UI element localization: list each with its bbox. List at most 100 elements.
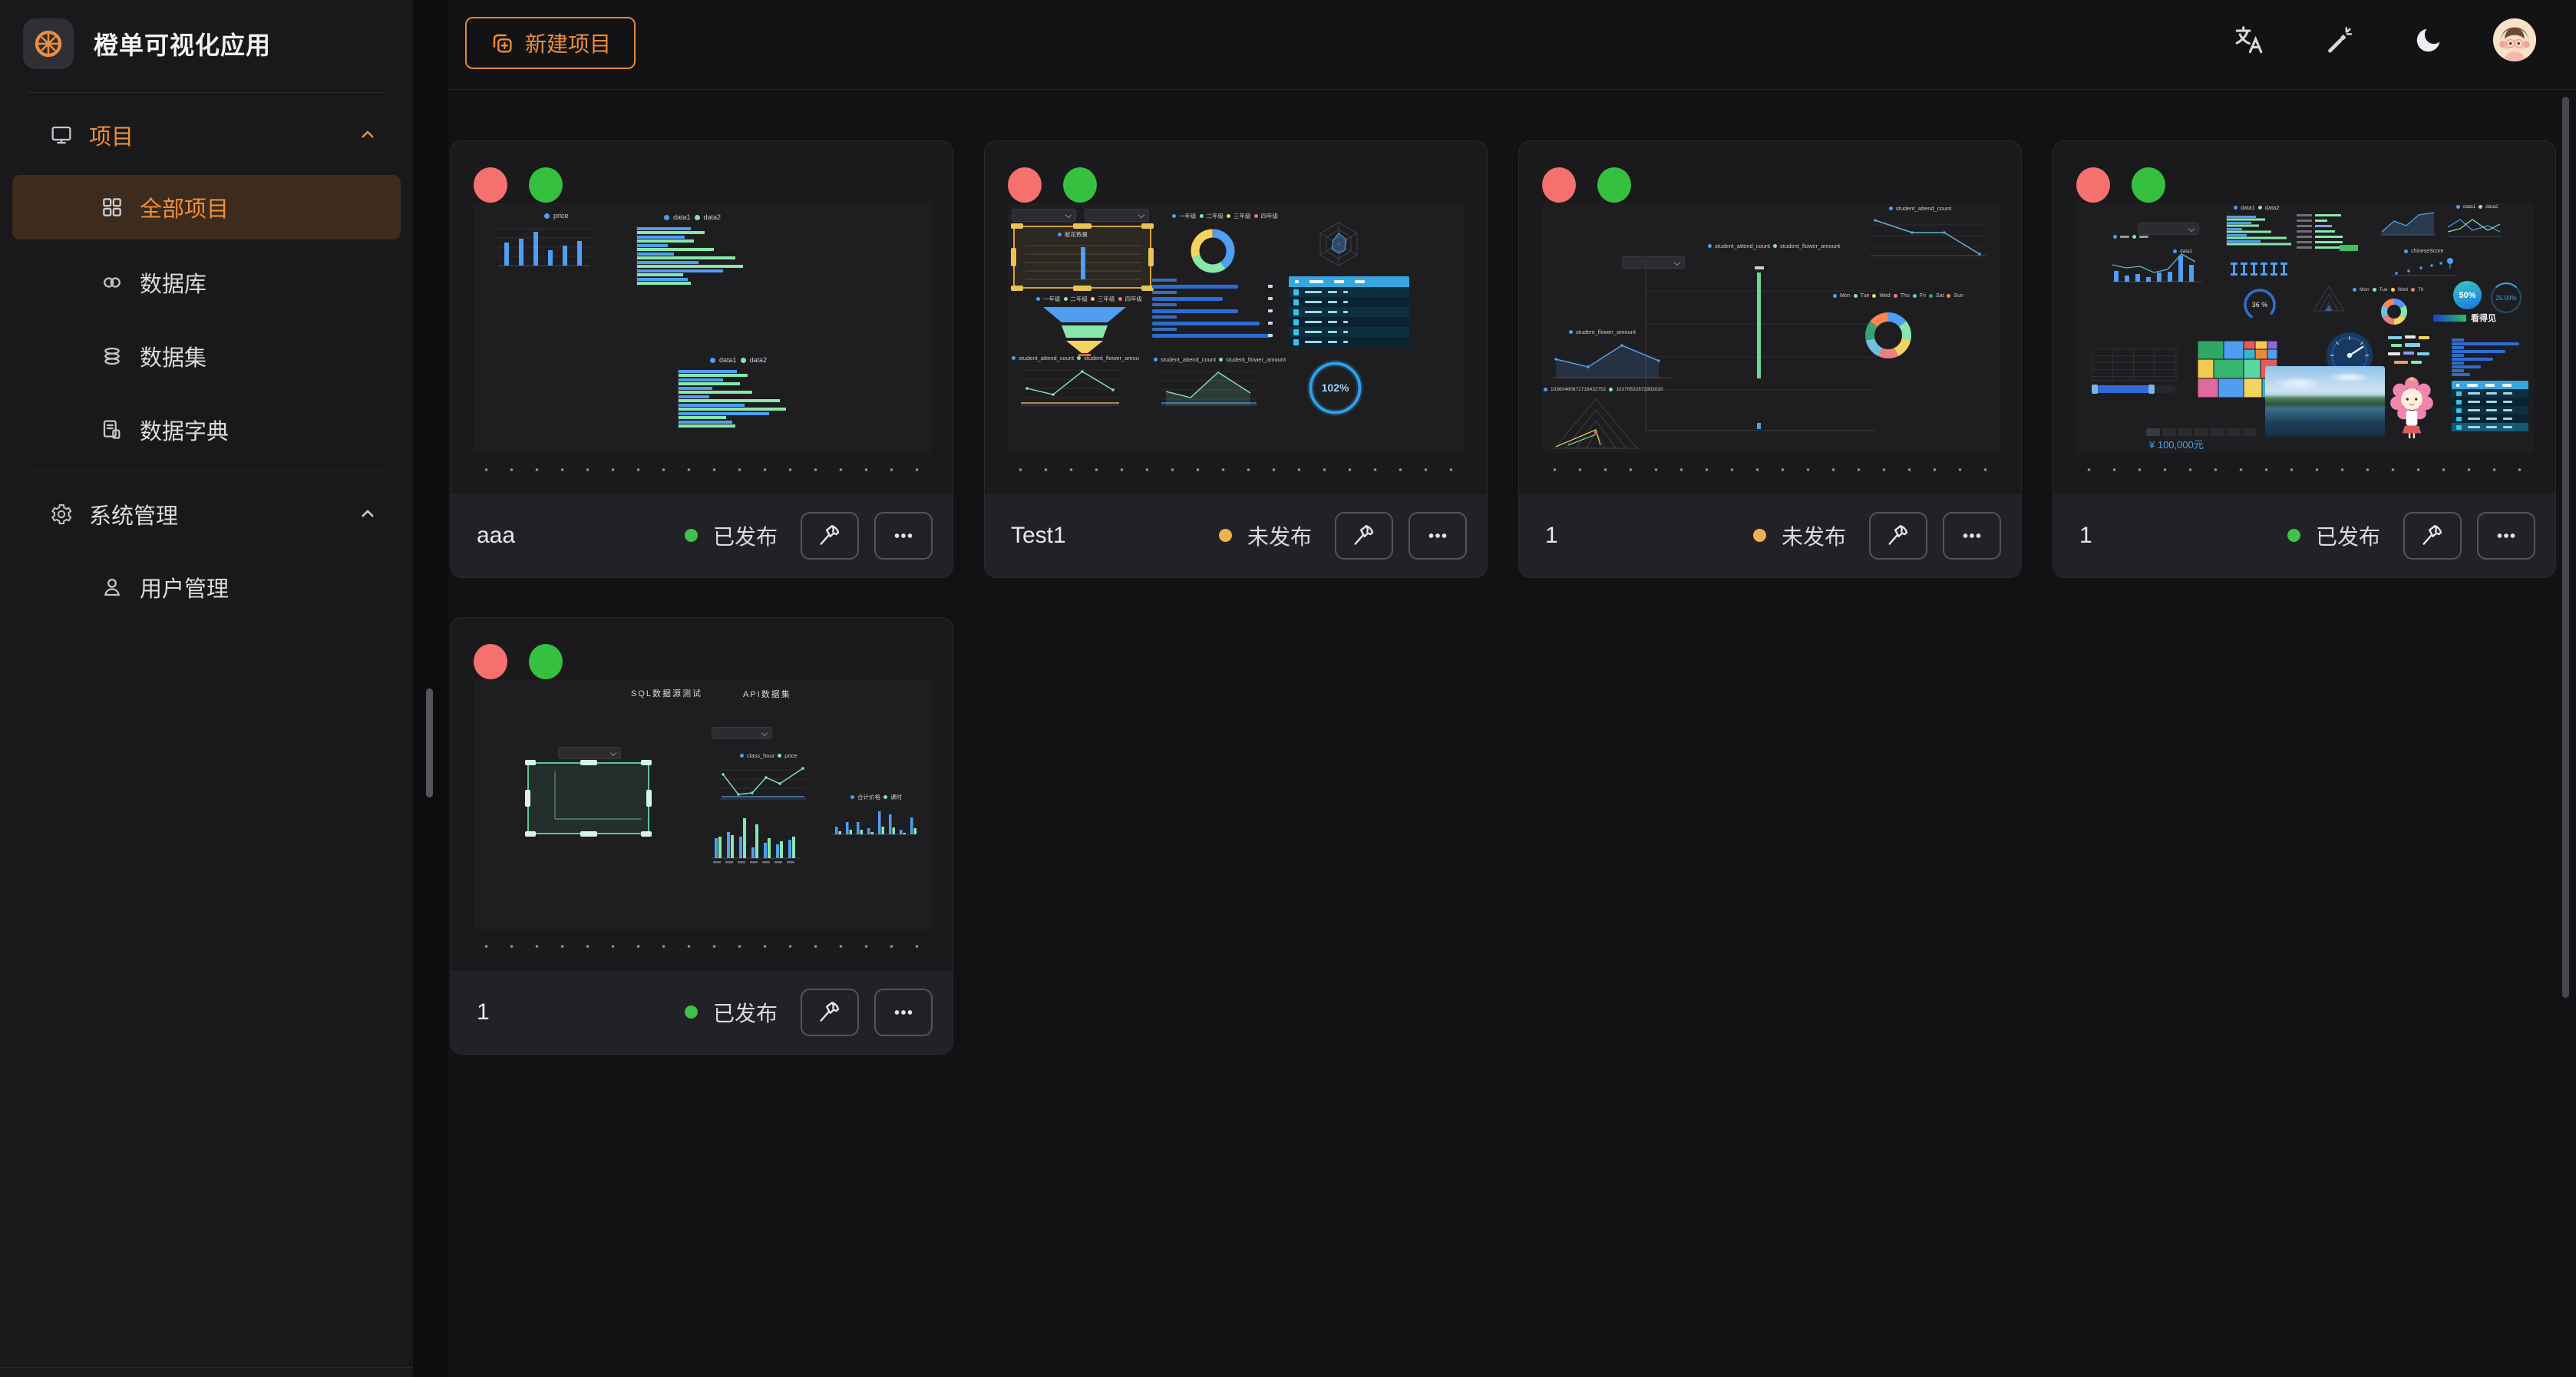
project-thumbnail: price data1 data2 data1 data2 [474, 203, 931, 453]
mini-mascot [2387, 373, 2436, 441]
edit-project-button[interactable] [801, 512, 859, 560]
project-card[interactable]: data1 data1 data2 data1 data2 [2053, 140, 2556, 578]
hammer-icon [2419, 523, 2446, 549]
card-red-dot [1542, 167, 1576, 203]
sidebar-item-dataset[interactable]: 数据集 [12, 324, 401, 388]
card-green-dot [529, 167, 563, 203]
status-label: 已发布 [2316, 520, 2380, 551]
mini-line-chart [1544, 339, 1676, 384]
status-label: 未发布 [1782, 520, 1846, 551]
hammer-icon [817, 523, 843, 549]
card-footer: 1 未发布 [1519, 493, 2021, 577]
project-card[interactable]: SQL数据源测试 API数据集 class_hour price [450, 617, 953, 1055]
more-actions-button[interactable] [1943, 512, 2001, 560]
project-card[interactable]: price data1 data2 data1 data2 aaa 已发布 [450, 140, 953, 578]
mini-legend: student_flower_amount [1569, 329, 1636, 335]
mini-dropdown [1012, 209, 1076, 222]
sidebar-item-database[interactable]: 数据库 [12, 250, 401, 315]
ellipsis-icon [1959, 523, 1985, 549]
user-avatar[interactable] [2493, 18, 2536, 61]
main-scrollbar-thumb[interactable] [2562, 97, 2569, 998]
gutter-scrollbar-thumb[interactable] [426, 688, 433, 797]
dotted-separator [1542, 467, 1998, 473]
mini-bar-chart [1019, 241, 1147, 286]
mini-data-grid [2092, 348, 2178, 381]
dotted-separator [2076, 467, 2532, 473]
mini-legend: 一年级 二年级 三年级 四年级 [1036, 295, 1142, 303]
mini-line-chart [1012, 364, 1124, 411]
sidebar-item-label: 全部项目 [140, 191, 229, 223]
sidebar-group-projects[interactable]: 项目 [12, 103, 401, 167]
theme-generator-button[interactable] [2321, 21, 2358, 58]
mini-arc-gauge: 36 % [2241, 286, 2279, 324]
mini-progress-list [1152, 279, 1273, 340]
sidebar: 橙单可视化应用 项目 全部项目 数据库 数据集 数据字典 [0, 0, 413, 1377]
link-icon [100, 270, 124, 295]
project-card[interactable]: 献花数量 一年级 二年级 三年级 四年级 [984, 140, 1488, 578]
sidebar-item-all-projects[interactable]: 全部项目 [12, 175, 401, 239]
project-card[interactable]: student_attend_count student_attend_coun… [1518, 140, 2022, 578]
project-thumbnail: data1 data1 data2 data1 data2 [2076, 203, 2534, 453]
mini-legend: student_attend_count [1889, 205, 1951, 212]
section-title: API数据集 [743, 688, 791, 700]
dotted-separator [474, 467, 930, 473]
mini-legend: data1 data2 [664, 213, 721, 221]
mini-dropdown [1085, 209, 1149, 222]
card-green-dot [1597, 167, 1631, 203]
app-logo [23, 18, 74, 69]
mini-slider [2092, 385, 2176, 393]
card-red-dot [2076, 167, 2110, 203]
edit-project-button[interactable] [1335, 512, 1393, 560]
sidebar-group-system[interactable]: 系统管理 [12, 482, 401, 547]
mini-percent-ring: 25.00% [2491, 282, 2522, 313]
mini-legend: student_attend_count student_flower_amou… [1708, 243, 1840, 249]
project-title: 1 [477, 999, 669, 1025]
gradient-bar-label: 看得见 [2471, 312, 2496, 324]
mini-scatter-chart [2389, 257, 2458, 279]
orange-wheel-icon [32, 28, 64, 60]
new-project-button[interactable]: 新建项目 [465, 17, 636, 69]
magic-wand-icon [2324, 25, 2355, 55]
sidebar-item-data-dictionary[interactable]: 数据字典 [12, 398, 401, 462]
dotted-separator [1008, 467, 1464, 473]
mini-hbar-chart [671, 367, 786, 431]
sidebar-item-label: 数据集 [140, 340, 206, 372]
more-actions-button[interactable] [874, 989, 933, 1036]
more-actions-button[interactable] [1409, 512, 1467, 560]
edit-project-button[interactable] [801, 989, 859, 1036]
project-thumbnail: 献花数量 一年级 二年级 三年级 四年级 [1008, 203, 1465, 453]
mini-funnel-chart [1039, 305, 1131, 356]
project-title: aaa [477, 523, 669, 549]
more-actions-button[interactable] [874, 512, 933, 560]
mini-gauge: 102% [1306, 358, 1365, 418]
dark-mode-toggle[interactable] [2410, 21, 2447, 58]
mini-legend: price [544, 212, 569, 220]
edit-project-button[interactable] [2403, 512, 2462, 560]
mini-dropdown [2138, 223, 2199, 235]
card-green-dot [1063, 167, 1097, 203]
status-label: 未发布 [1247, 520, 1312, 551]
status-label: 已发布 [713, 997, 778, 1028]
add-copy-icon [490, 31, 514, 55]
status-dot [1219, 529, 1232, 542]
dotted-separator [474, 943, 930, 949]
language-switch-button[interactable] [2231, 21, 2267, 58]
status-dot [2287, 529, 2300, 542]
status-dot [685, 1006, 698, 1019]
sidebar-bottom-divider [0, 1367, 413, 1368]
mini-line-chart [714, 762, 810, 807]
card-footer: aaa 已发布 [451, 493, 953, 577]
card-footer: 1 已发布 [451, 969, 953, 1054]
avatar-illustration [2493, 18, 2536, 61]
mini-grouped-bar-chart [705, 814, 804, 866]
status-label: 已发布 [713, 520, 778, 551]
new-project-label: 新建项目 [525, 28, 611, 58]
card-green-dot [2132, 167, 2165, 203]
sidebar-item-user-management[interactable]: 用户管理 [12, 555, 401, 619]
edit-project-button[interactable] [1869, 512, 1927, 560]
mini-triangle-radar [1550, 396, 1642, 453]
mini-percent-circle: 50% [2453, 281, 2482, 309]
more-actions-button[interactable] [2477, 512, 2535, 560]
project-title: Test1 [1011, 523, 1204, 549]
topbar: 新建项目 [447, 0, 2576, 90]
